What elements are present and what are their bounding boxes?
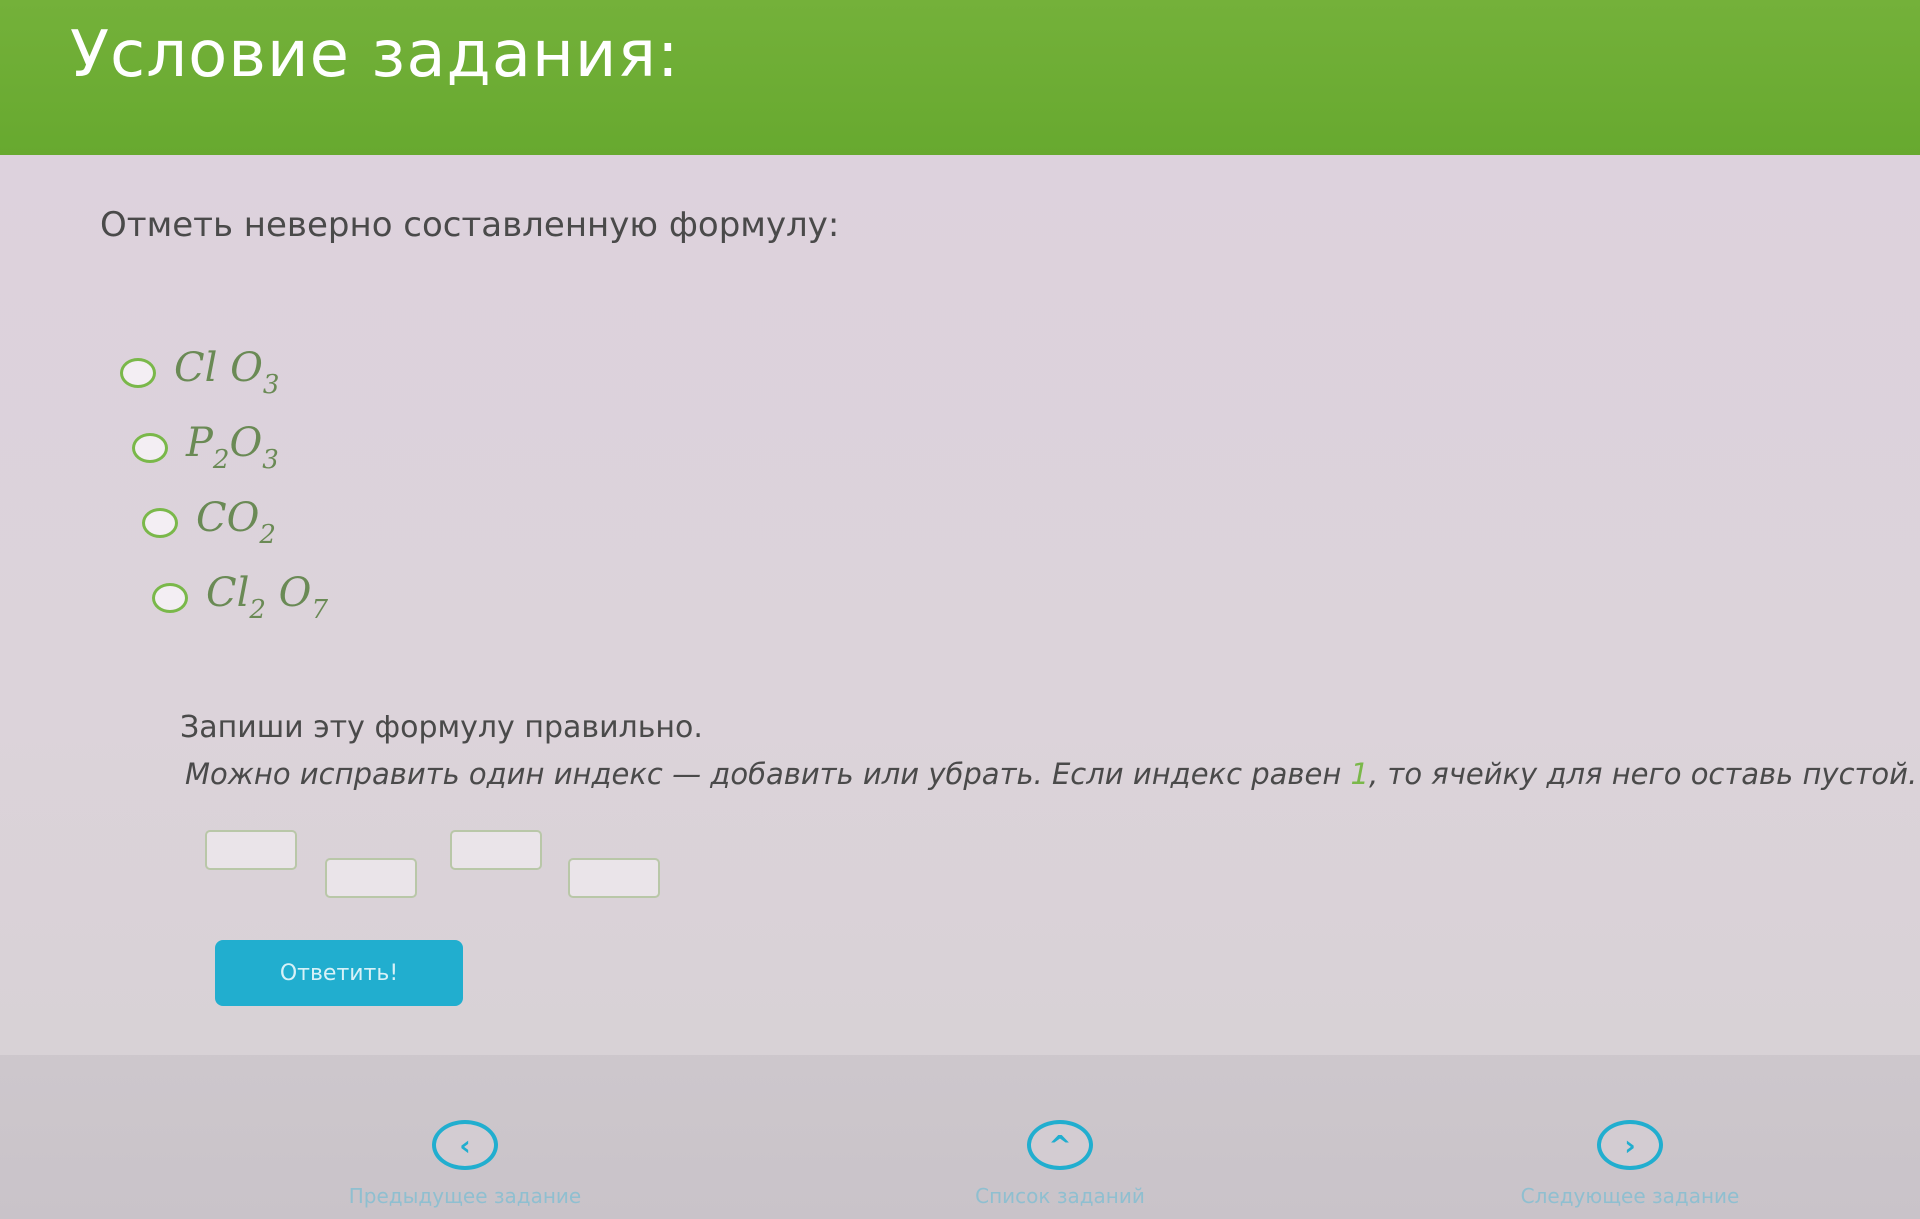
radio-button[interactable]	[152, 582, 188, 613]
formula-co2: CO2	[196, 495, 276, 550]
option-1[interactable]: Cl O3	[120, 335, 328, 410]
chevron-left-icon[interactable]: ‹	[432, 1120, 498, 1170]
nav-prev[interactable]: ‹ Предыдущее задание	[265, 1120, 665, 1208]
answer-cells	[205, 830, 705, 910]
answer-cell-2[interactable]	[325, 858, 417, 898]
answer-button[interactable]: Ответить!	[215, 940, 463, 1006]
answer-cell-3[interactable]	[450, 830, 542, 870]
nav-list[interactable]: ^ Список заданий	[860, 1120, 1260, 1208]
formula-clo3: Cl O3	[174, 345, 280, 400]
nav-prev-label: Предыдущее задание	[348, 1184, 582, 1208]
nav-next[interactable]: › Следующее задание	[1430, 1120, 1830, 1208]
formula-cl2o7: Cl2 O7	[206, 570, 329, 625]
answer-options: Cl O3 P2O3 CO2 Cl2 O7	[120, 335, 328, 635]
nav-next-label: Следующее задание	[1520, 1184, 1740, 1208]
instruction-text: Запиши эту формулу правильно.	[180, 710, 703, 745]
option-4[interactable]: Cl2 O7	[152, 560, 328, 635]
page-title: Условие задания:	[70, 18, 680, 92]
formula-p2o3: P2O3	[186, 420, 279, 475]
task-header: Условие задания:	[0, 0, 1920, 155]
radio-button[interactable]	[132, 432, 168, 463]
nav-list-label: Список заданий	[975, 1184, 1145, 1208]
chevron-right-icon[interactable]: ›	[1597, 1120, 1663, 1170]
option-3[interactable]: CO2	[142, 485, 328, 560]
answer-cell-4[interactable]	[568, 858, 660, 898]
page: Условие задания: Отметь неверно составле…	[0, 0, 1920, 1219]
question-text: Отметь неверно составленную формулу:	[100, 205, 840, 245]
instruction-hint: Можно исправить один индекс — добавить и…	[185, 757, 1918, 791]
option-2[interactable]: P2O3	[132, 410, 328, 485]
answer-cell-1[interactable]	[205, 830, 297, 870]
chevron-up-icon[interactable]: ^	[1027, 1120, 1093, 1170]
radio-button[interactable]	[120, 357, 156, 388]
radio-button[interactable]	[142, 507, 178, 538]
